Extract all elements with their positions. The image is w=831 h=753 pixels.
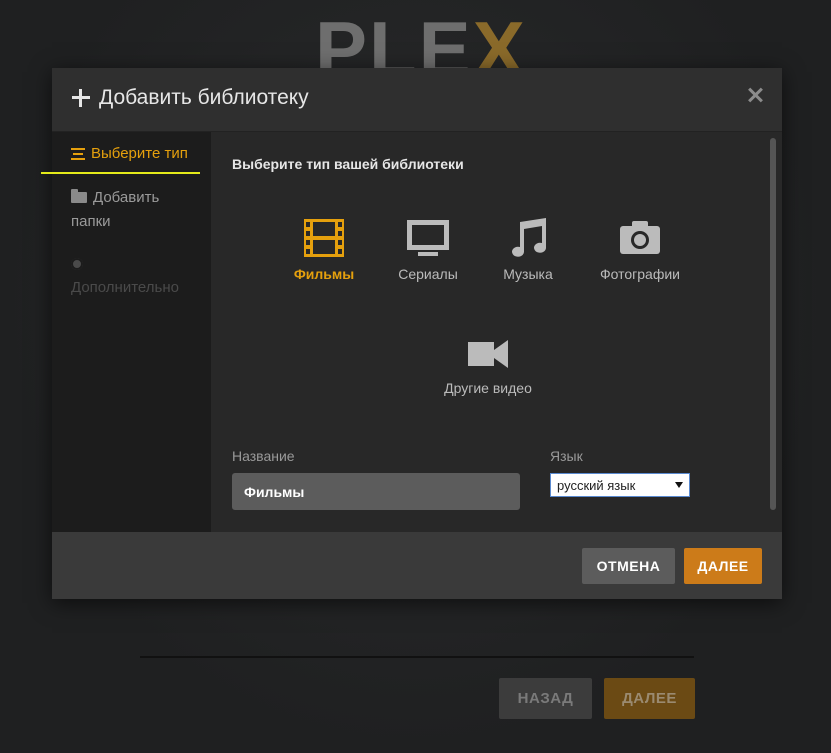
dialog-title-text: Добавить библиотеку [99,86,309,109]
add-library-dialog: Добавить библиотеку Выберите тип Добавит… [41,68,782,599]
type-movies[interactable]: Фильмы [274,218,374,282]
sidebar-item-advanced: Дополнительно [71,252,179,300]
library-name-input[interactable]: Фильмы [232,473,520,510]
sidebar-item-add-folders[interactable]: Добавить папки [71,186,191,234]
camera-icon [620,221,660,254]
plus-icon [72,89,90,107]
film-icon [304,219,344,257]
background-next-button[interactable]: ДАЛЕЕ [604,678,695,719]
type-label: Сериалы [398,266,458,282]
dialog-sidebar: Выберите тип Добавить папки Дополнительн… [52,132,211,532]
background-divider [140,656,694,658]
dialog-content: Выберите тип вашей библиотеки Фильмы Сер… [212,132,782,532]
type-other-videos[interactable]: Другие видео [438,336,538,396]
type-tv-shows[interactable]: Сериалы [378,218,478,282]
music-icon [512,218,546,257]
chevron-down-icon [675,482,683,488]
type-label: Фильмы [293,266,355,282]
highlight-underline [41,172,200,174]
dialog-footer: ОТМЕНА ДАЛЕЕ [52,532,782,599]
content-scrollbar[interactable] [768,134,778,534]
dialog-title: Добавить библиотеку [72,86,309,110]
sidebar-item-label: Дополнительно [71,279,179,296]
list-icon [71,148,85,161]
next-button[interactable]: ДАЛЕЕ [684,548,762,584]
gear-icon [71,258,83,271]
language-value: русский язык [557,477,636,493]
language-select[interactable]: русский язык [550,473,690,497]
video-camera-icon [468,340,508,368]
type-label: Фотографии [599,266,680,282]
name-label: Название [232,448,295,464]
type-label: Другие видео [444,380,532,396]
type-music[interactable]: Музыка [478,218,578,282]
type-photos[interactable]: Фотографии [590,218,690,282]
dialog-header: Добавить библиотеку [52,68,782,132]
background-back-button[interactable]: НАЗАД [499,678,592,719]
sidebar-item-label: Выберите тип [91,145,188,162]
tv-icon [407,220,449,256]
sidebar-item-select-type[interactable]: Выберите тип [71,142,188,166]
language-label: Язык [550,448,583,464]
content-heading: Выберите тип вашей библиотеки [232,156,464,172]
scrollbar-thumb[interactable] [770,138,776,510]
folder-icon [71,188,87,203]
close-icon[interactable] [748,88,762,102]
cancel-button[interactable]: ОТМЕНА [582,548,675,584]
type-label: Музыка [503,266,553,282]
